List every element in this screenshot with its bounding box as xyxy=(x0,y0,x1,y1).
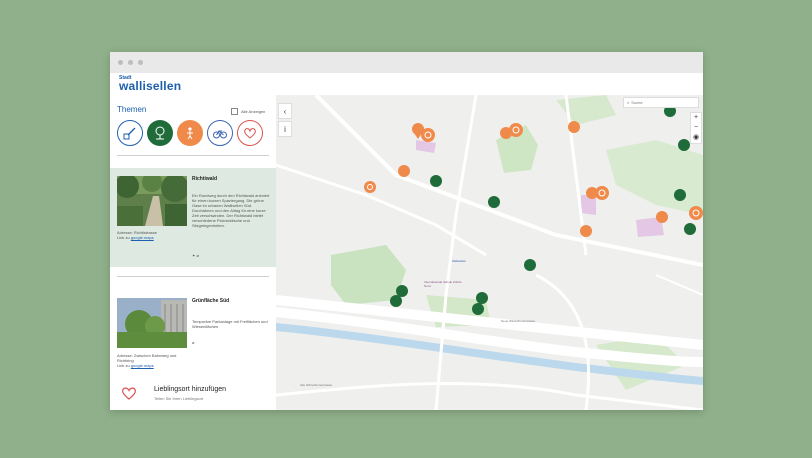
street-label: Alte Winterthurerstrasse xyxy=(300,383,333,387)
map-pin-play[interactable] xyxy=(689,206,703,220)
theme-pencil-button[interactable] xyxy=(117,120,143,146)
map-view[interactable]: ‹ i ⌕ Suche + − ◉ Wallisellen Internatio… xyxy=(276,95,703,410)
map-pin-play[interactable] xyxy=(509,123,523,137)
place-address: Adresse: Zwischen Bahnweg und Richtiring… xyxy=(117,353,189,368)
zoom-controls: + − ◉ xyxy=(690,112,702,144)
compass-icon[interactable]: ◉ xyxy=(691,133,701,143)
search-placeholder: Suche xyxy=(631,100,643,105)
window-titlebar xyxy=(110,52,703,73)
pencil-square-icon xyxy=(123,127,136,140)
zoom-out-button[interactable]: − xyxy=(691,123,701,133)
map-search-input[interactable]: ⌕ Suche xyxy=(623,97,699,108)
maps-link[interactable]: google.maps xyxy=(131,235,154,240)
show-all-label: Alle Anzeigen xyxy=(241,109,266,114)
map-pin-nature[interactable] xyxy=(472,303,484,315)
maps-link-line: Link zu google.maps xyxy=(117,363,189,368)
address-text: Adresse: Zwischen Bahnweg und Richtiring xyxy=(117,353,177,363)
search-icon: ⌕ xyxy=(627,100,630,105)
site-logo[interactable]: wallisellen xyxy=(119,79,181,93)
link-prefix: Link zu xyxy=(117,235,130,240)
theme-bike-button[interactable] xyxy=(207,120,233,146)
themes-title: Themen xyxy=(117,105,147,114)
heart-icon xyxy=(244,128,256,139)
add-favorite-title: Lieblingsort hinzufügen xyxy=(154,386,226,393)
place-photo xyxy=(117,298,187,348)
theme-icons xyxy=(117,120,263,146)
map-pin-nature[interactable] xyxy=(390,295,402,307)
map-canvas[interactable] xyxy=(276,95,703,410)
main-content: Themen Alle Anzeigen Richtiwald Ein Rund… xyxy=(110,95,703,410)
map-pin-play[interactable] xyxy=(568,121,580,133)
show-all-checkbox[interactable] xyxy=(231,108,238,115)
playground-icon xyxy=(187,127,193,140)
place-card-gruenflaeche[interactable]: Grünfläche Süd Temporäre Parkanlage mit … xyxy=(110,285,276,375)
map-pin-nature[interactable] xyxy=(674,189,686,201)
maps-link[interactable]: google.maps xyxy=(131,363,154,368)
map-pin-nature[interactable] xyxy=(488,196,500,208)
add-favorite-subtitle: Teilen Sie Ihren Lieblingsort xyxy=(154,396,204,401)
heart-icon xyxy=(122,387,136,400)
map-pin-nature[interactable] xyxy=(678,139,690,151)
collapse-sidebar-button[interactable]: ‹ xyxy=(278,103,292,119)
place-title: Richtiwald xyxy=(192,176,218,182)
map-pin-nature[interactable] xyxy=(396,285,408,297)
window-dot[interactable] xyxy=(128,60,133,65)
window-dot[interactable] xyxy=(138,60,143,65)
site-header: Stadt wallisellen xyxy=(110,73,703,96)
theme-nature-button[interactable] xyxy=(147,120,173,146)
map-pin-play[interactable] xyxy=(398,165,410,177)
info-icon: i xyxy=(284,124,286,134)
map-pin-nature[interactable] xyxy=(684,223,696,235)
zoom-in-button[interactable]: + xyxy=(691,113,701,123)
bicycle-icon xyxy=(213,130,227,139)
chevron-left-icon: ‹ xyxy=(283,106,287,116)
station-label: Wallisellen xyxy=(452,259,467,263)
tree-icon xyxy=(155,126,165,140)
map-pin-play[interactable] xyxy=(656,211,668,223)
place-card-richtiwald[interactable]: Richtiwald Ein Rundweg durch den Richtiw… xyxy=(110,168,276,267)
place-feature-icons: ⌀ xyxy=(192,340,195,345)
place-address: Adresse: Richtistrasse Link zu google.ma… xyxy=(117,230,157,240)
window-dot[interactable] xyxy=(118,60,123,65)
map-pin-nature[interactable] xyxy=(430,175,442,187)
browser-window: Stadt wallisellen Themen Alle Anzeigen R… xyxy=(110,52,703,410)
info-button[interactable]: i xyxy=(278,121,292,137)
show-all-toggle[interactable]: Alle Anzeigen xyxy=(231,108,265,115)
map-pin-play[interactable] xyxy=(421,128,435,142)
divider xyxy=(117,276,269,277)
place-feature-icons: ✦ ⌀ xyxy=(192,253,199,258)
place-title: Grünfläche Süd xyxy=(192,298,230,304)
map-pin-play[interactable] xyxy=(595,186,609,200)
poi-label: Internationale Schule Zürich-Nord xyxy=(424,280,463,288)
link-prefix: Link zu xyxy=(117,363,130,368)
map-pin-nature[interactable] xyxy=(476,292,488,304)
place-description: Temporäre Parkanlage mit Freiflächen und… xyxy=(192,319,268,329)
theme-favorite-button[interactable] xyxy=(237,120,263,146)
street-label: Neue Winterthurerstrasse xyxy=(501,319,536,323)
theme-play-button[interactable] xyxy=(177,120,203,146)
map-pin-play[interactable] xyxy=(364,181,376,193)
themes-sidebar: Themen Alle Anzeigen Richtiwald Ein Rund… xyxy=(110,95,276,410)
maps-link-line: Link zu google.maps xyxy=(117,235,157,240)
place-photo xyxy=(117,176,187,226)
map-pin-play[interactable] xyxy=(580,225,592,237)
map-pin-nature[interactable] xyxy=(524,259,536,271)
divider xyxy=(117,155,269,156)
add-favorite-place[interactable]: Lieblingsort hinzufügen Teilen Sie Ihren… xyxy=(117,383,272,407)
place-description: Ein Rundweg durch den Richtiwald animier… xyxy=(192,193,270,228)
